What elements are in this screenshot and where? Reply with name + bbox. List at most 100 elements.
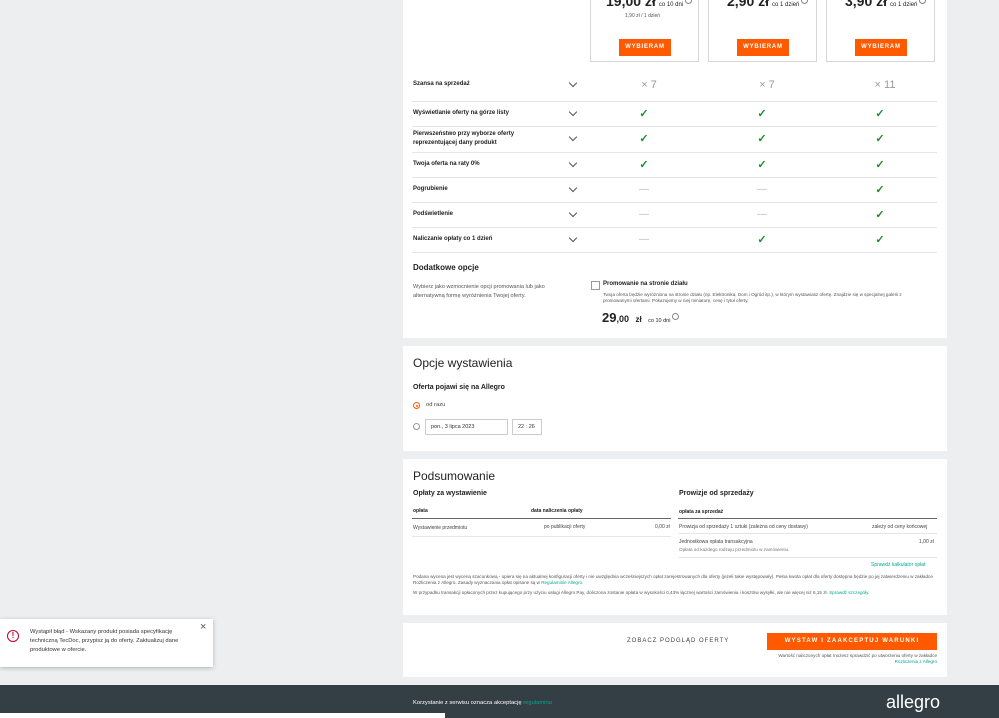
check-icon: ✓ bbox=[875, 133, 885, 145]
check-icon: ✓ bbox=[875, 233, 885, 246]
feature-row[interactable]: Pogrubienie — — ✓ bbox=[412, 177, 937, 203]
check-icon: ✓ bbox=[757, 158, 767, 171]
plan-3-select-button[interactable]: WYBIERAM bbox=[855, 39, 907, 56]
fees-row-amount: 0,00 zł bbox=[655, 524, 670, 530]
listing-title: Opcje wystawienia bbox=[413, 356, 513, 370]
chevron-down-icon[interactable] bbox=[568, 233, 578, 242]
fees-row-divider bbox=[412, 536, 671, 537]
sale-chance-value: × 11 bbox=[874, 78, 896, 91]
promo-price: 29,00 zł co 10 dni bbox=[602, 309, 680, 327]
feature-label: Podświetlenie bbox=[413, 211, 454, 217]
feature-row[interactable]: Wyświetlanie oferty na górze listy ✓ ✓ ✓ bbox=[412, 101, 937, 127]
fees-row-date: po publikacji oferty bbox=[544, 524, 586, 530]
feature-label: Twoja oferta na raty 0% bbox=[413, 161, 480, 167]
submit-note: Wartość naliczonych opłat możesz sprawdz… bbox=[778, 653, 937, 664]
sale-chance-value: × 7 bbox=[759, 78, 775, 91]
commission-row1-value: zależy od ceny końcowej bbox=[872, 524, 928, 530]
publish-now-radio[interactable] bbox=[413, 402, 420, 409]
chevron-down-icon[interactable] bbox=[568, 107, 578, 116]
fees-divider bbox=[412, 518, 671, 519]
dash-icon: — bbox=[639, 183, 649, 195]
check-icon: ✓ bbox=[875, 107, 885, 120]
feature-row[interactable]: Naliczanie opłaty co 1 dzień — ✓ ✓ bbox=[412, 227, 937, 253]
actions-card bbox=[403, 623, 947, 677]
dash-icon: — bbox=[757, 183, 767, 195]
check-icon: ✓ bbox=[875, 158, 885, 171]
check-icon: ✓ bbox=[757, 233, 767, 246]
fees-row-label: Wystawienie przedmiotu bbox=[413, 525, 468, 531]
feature-row[interactable]: Twoja oferta na raty 0% ✓ ✓ ✓ bbox=[412, 152, 937, 178]
publish-time-input[interactable]: 22 : 26 bbox=[512, 419, 542, 435]
info-icon[interactable] bbox=[672, 313, 680, 320]
plan-3-price: 3,90 zł co 1 dzień bbox=[845, 0, 927, 9]
commission-divider bbox=[678, 518, 937, 519]
info-icon[interactable] bbox=[685, 0, 693, 4]
chevron-down-icon[interactable] bbox=[568, 78, 578, 87]
check-icon: ✓ bbox=[757, 107, 767, 120]
check-icon: ✓ bbox=[639, 107, 649, 120]
publish-date-input[interactable]: pon., 3 lipca 2023 bbox=[425, 419, 508, 435]
promo-checkbox[interactable] bbox=[591, 281, 600, 290]
details-link[interactable]: Sprawdź szczegóły. bbox=[829, 590, 869, 595]
error-message: Wystąpił błąd - Wskazany produkt posiada… bbox=[30, 629, 179, 653]
feature-label: Pogrubienie bbox=[413, 186, 448, 192]
promo-desc: Twoja oferta będzie wyróżniona na stroni… bbox=[603, 292, 902, 303]
promo-label: Promowanie na stronie działu bbox=[603, 281, 688, 287]
fee-calculator-link[interactable]: Sprawdź kalkulator opłat bbox=[871, 562, 937, 568]
regulations-link[interactable]: Regulaminie Allegro. bbox=[541, 580, 583, 585]
publish-now-label: od razu bbox=[426, 402, 446, 408]
feature-label: Naliczanie opłaty co 1 dzień bbox=[413, 236, 493, 242]
plan-1-select-button[interactable]: WYBIERAM bbox=[619, 39, 671, 56]
feature-label: Szansa na sprzedaż bbox=[413, 81, 470, 87]
check-icon: ✓ bbox=[875, 183, 885, 196]
dash-icon: — bbox=[639, 208, 649, 220]
chevron-down-icon[interactable] bbox=[568, 208, 578, 217]
publish-later-radio[interactable] bbox=[413, 423, 420, 430]
commission-col: opłata za sprzedaż bbox=[679, 509, 724, 515]
listing-subtitle: Oferta pojawi się na Allegro bbox=[413, 384, 505, 391]
footer-text: Korzystanie z serwisu oznacza akceptację… bbox=[413, 700, 552, 706]
feature-row[interactable]: Podświetlenie — — ✓ bbox=[412, 202, 937, 228]
terms-link[interactable]: regulaminu bbox=[523, 700, 552, 706]
plan-1-price: 19,00 zł co 10 dni bbox=[606, 0, 693, 9]
feature-row[interactable]: Pierwszeństwo przy wyborze oferty reprez… bbox=[412, 126, 937, 153]
feature-label: Wyświetlanie oferty na górze listy bbox=[413, 110, 509, 116]
submit-offer-button[interactable]: WYSTAW I ZAAKCEPTUJ WARUNKI bbox=[767, 633, 937, 650]
dash-icon: — bbox=[639, 233, 649, 245]
summary-note-1: Podana wycena jest wyceną szacunkową - o… bbox=[413, 574, 933, 585]
plan-card-2[interactable]: 2,90 zł co 1 dzień WYBIERAM bbox=[708, 0, 817, 62]
plan-2-select-button[interactable]: WYBIERAM bbox=[737, 39, 789, 56]
feature-row[interactable]: Szansa na sprzedaż × 7 × 7 × 11 bbox=[412, 68, 937, 102]
close-icon[interactable]: × bbox=[200, 621, 206, 633]
summary-note-2: W przypadku transakcji opłaconych przez … bbox=[413, 590, 870, 595]
plan-1-sub: 1,90 zł / 1 dzień bbox=[625, 13, 661, 19]
commission-title: Prowizje od sprzedaży bbox=[679, 490, 754, 497]
summary-title: Podsumowanie bbox=[413, 469, 496, 483]
fees-col-fee: opłata bbox=[413, 508, 428, 514]
fees-col-date: data naliczenia opłaty bbox=[531, 508, 583, 514]
plan-card-1[interactable]: 19,00 zł co 10 dni 1,90 zł / 1 dzień WYBI… bbox=[590, 0, 699, 62]
extras-title: Dodatkowe opcje bbox=[413, 263, 479, 272]
commission-row2-divider bbox=[678, 557, 937, 558]
bottom-bar bbox=[0, 713, 445, 718]
preview-offer-button[interactable]: ZOBACZ PODGLĄD OFERTY bbox=[627, 638, 729, 644]
dash-icon: — bbox=[757, 208, 767, 220]
check-icon: ✓ bbox=[757, 133, 767, 145]
chevron-down-icon[interactable] bbox=[568, 132, 578, 142]
commission-row-divider bbox=[678, 533, 937, 534]
chevron-down-icon[interactable] bbox=[568, 158, 578, 167]
extras-desc: Wybierz jako wzmocnienie opcji promowani… bbox=[413, 284, 545, 299]
check-icon: ✓ bbox=[639, 158, 649, 171]
billing-link[interactable]: Rozliczenia z Allegro bbox=[895, 659, 937, 664]
fees-title: Opłaty za wystawienie bbox=[413, 490, 487, 497]
allegro-logo[interactable]: allegro bbox=[886, 692, 940, 713]
check-icon: ✓ bbox=[639, 133, 649, 145]
check-icon: ✓ bbox=[875, 208, 885, 221]
info-icon[interactable] bbox=[801, 0, 809, 4]
feature-label: Pierwszeństwo przy wyborze oferty reprez… bbox=[413, 131, 515, 146]
sale-chance-value: × 7 bbox=[641, 78, 657, 91]
plan-card-3[interactable]: 3,90 zł co 1 dzień WYBIERAM bbox=[826, 0, 935, 62]
commission-row2-sub: Opłata od każdego rodzaju przedmiotu w z… bbox=[679, 547, 790, 552]
chevron-down-icon[interactable] bbox=[568, 183, 578, 192]
info-icon[interactable] bbox=[919, 0, 927, 4]
